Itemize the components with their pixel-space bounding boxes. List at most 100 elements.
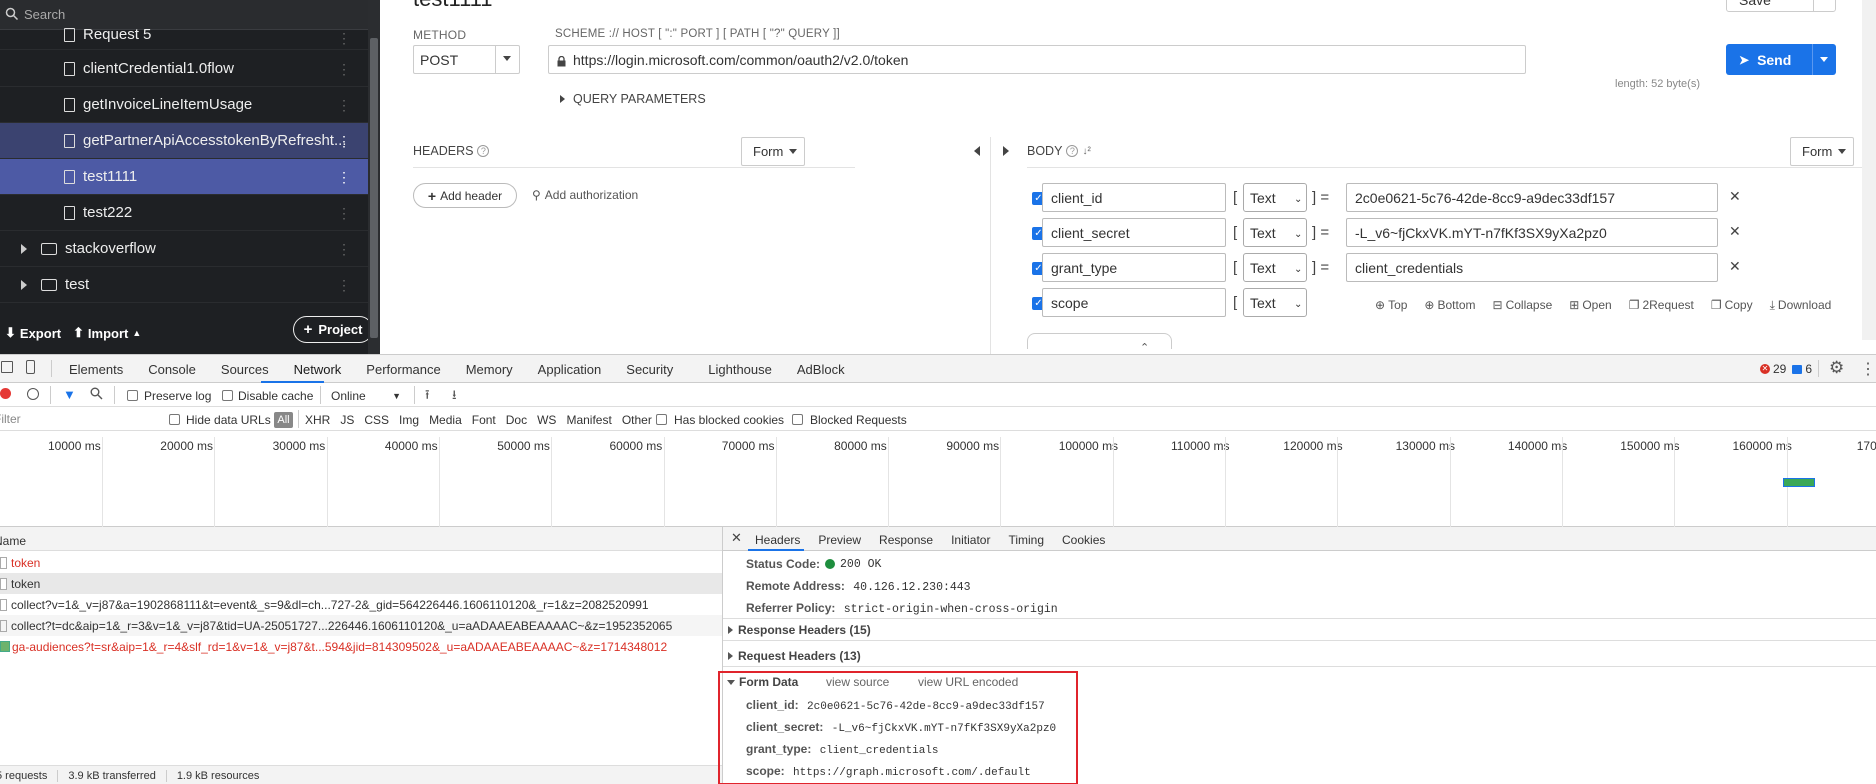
remove-row-icon[interactable]: ✕: [1729, 258, 1741, 275]
remove-row-icon[interactable]: ✕: [1729, 188, 1741, 205]
settings-icon[interactable]: ⚙: [1829, 358, 1844, 378]
filter-all[interactable]: All: [274, 412, 293, 428]
tab-lighthouse[interactable]: Lighthouse: [708, 362, 772, 377]
preserve-log-checkbox[interactable]: [127, 390, 138, 401]
filter-input[interactable]: Filter: [0, 412, 155, 426]
tab-elements[interactable]: Elements: [69, 362, 123, 377]
body-row-type-select[interactable]: Text ⌄: [1243, 183, 1307, 212]
more-icon[interactable]: ⋮: [337, 205, 351, 222]
body-row-value[interactable]: client_credentials: [1346, 253, 1718, 282]
main-scrollbar[interactable]: [1862, 0, 1876, 340]
copy-button[interactable]: ❐ Copy: [1711, 298, 1753, 312]
tab-headers[interactable]: Headers: [755, 533, 800, 547]
filter-icon[interactable]: ▼: [63, 387, 76, 402]
has-blocked-cookies-checkbox[interactable]: [656, 414, 667, 425]
method-select[interactable]: POST: [413, 45, 520, 74]
filter-media[interactable]: Media: [429, 413, 462, 427]
add-header-button[interactable]: + Add header: [413, 183, 517, 208]
body-row-value[interactable]: 2c0e0621-5c76-42de-8cc9-a9dec33df157: [1346, 183, 1718, 212]
more-icon[interactable]: ⋮: [337, 30, 351, 47]
hide-data-urls-checkbox[interactable]: [169, 414, 180, 425]
sidebar-item-request-5[interactable]: Request 5 ⋮: [0, 20, 368, 50]
body-row-value[interactable]: -L_v6~fjCkxVK.mYT-n7fKf3SX9yXa2pz0: [1346, 218, 1718, 247]
clear-icon[interactable]: [27, 388, 39, 400]
sidebar-item-getinvoicelineitemusage[interactable]: getInvoiceLineItemUsage ⋮: [0, 87, 368, 123]
filter-doc[interactable]: Doc: [506, 413, 527, 427]
body-row-type-select[interactable]: Text ⌄: [1243, 253, 1307, 282]
caret-up-icon[interactable]: ⌃: [1140, 341, 1149, 354]
throttle-select[interactable]: Online ▼: [331, 389, 401, 403]
filter-css[interactable]: CSS: [364, 413, 389, 427]
body-row-type-select[interactable]: Text ⌄: [1243, 218, 1307, 247]
inspect-icon[interactable]: [1, 361, 13, 373]
more-icon[interactable]: ⋮: [337, 97, 351, 114]
sidebar-item-test222[interactable]: test222 ⋮: [0, 195, 368, 231]
export-button[interactable]: ⬇ Export: [5, 325, 61, 341]
view-url-encoded-link[interactable]: view URL encoded: [918, 675, 1018, 689]
body-row-name[interactable]: client_secret: [1042, 218, 1226, 247]
body-format-select[interactable]: Form: [1790, 137, 1854, 166]
tab-preview[interactable]: Preview: [818, 533, 861, 547]
sidebar-item-getpartnerapi[interactable]: getPartnerApiAccesstokenByRefresht... ⋮: [0, 123, 368, 159]
tab-adblock[interactable]: AdBlock: [797, 362, 845, 377]
error-counter[interactable]: ✕ 29 6: [1760, 362, 1812, 376]
response-headers-toggle[interactable]: Response Headers (15): [728, 623, 871, 637]
filter-ws[interactable]: WS: [537, 413, 556, 427]
to-request-button[interactable]: ❐ 2Request: [1629, 298, 1694, 312]
tab-memory[interactable]: Memory: [466, 362, 513, 377]
request-row[interactable]: collect?v=1&_v=j87&a=1902868111&t=event&…: [0, 594, 722, 615]
filter-img[interactable]: Img: [399, 413, 419, 427]
sort-icon[interactable]: ↓²: [1082, 146, 1090, 157]
new-project-button[interactable]: + Project: [293, 316, 373, 343]
sidebar-folder-stackoverflow[interactable]: stackoverflow ⋮: [0, 231, 368, 267]
export-har-icon[interactable]: ⭳: [452, 386, 457, 408]
record-icon[interactable]: [0, 388, 11, 399]
sidebar-scrollbar-thumb[interactable]: [370, 38, 378, 338]
request-row[interactable]: ga-audiences?t=sr&aip=1&_r=4&slf_rd=1&v=…: [0, 636, 722, 657]
headers-format-select[interactable]: Form: [741, 137, 805, 166]
filter-manifest[interactable]: Manifest: [566, 413, 611, 427]
remove-row-icon[interactable]: ✕: [1729, 223, 1741, 240]
send-button[interactable]: ➤ Send: [1726, 44, 1836, 75]
more-icon[interactable]: ⋮: [337, 277, 351, 294]
open-button[interactable]: ⊞ Open: [1569, 298, 1611, 312]
sidebar-folder-test[interactable]: test ⋮: [0, 267, 368, 303]
filter-other[interactable]: Other: [622, 413, 652, 427]
tab-initiator[interactable]: Initiator: [951, 533, 990, 547]
body-row-name[interactable]: grant_type: [1042, 253, 1226, 282]
expand-caret-icon[interactable]: [21, 243, 27, 254]
expand-caret-icon[interactable]: [21, 279, 27, 290]
blocked-requests-checkbox[interactable]: [792, 414, 803, 425]
collapse-right-icon[interactable]: [1003, 146, 1009, 156]
import-button[interactable]: ⬆ Import ▲: [73, 325, 141, 341]
body-row-name[interactable]: client_id: [1042, 183, 1226, 212]
tab-security[interactable]: Security: [626, 362, 673, 377]
download-button[interactable]: ⤓ Download: [1770, 298, 1832, 313]
more-icon[interactable]: ⋮: [1860, 359, 1876, 379]
tab-application[interactable]: Application: [538, 362, 602, 377]
bottom-button[interactable]: ⊕ Bottom: [1424, 298, 1475, 312]
request-row[interactable]: token: [0, 573, 722, 594]
sidebar-item-test1111[interactable]: test1111 ⋮: [0, 159, 368, 195]
search-icon[interactable]: [90, 387, 103, 403]
more-icon[interactable]: ⋮: [337, 241, 351, 258]
collapse-button[interactable]: ⊟ Collapse: [1493, 298, 1553, 312]
save-button[interactable]: Save: [1726, 0, 1836, 12]
tab-cookies[interactable]: Cookies: [1062, 533, 1105, 547]
filter-xhr[interactable]: XHR: [305, 413, 330, 427]
sidebar-item-clientcredential[interactable]: clientCredential1.0flow ⋮: [0, 51, 368, 87]
view-source-link[interactable]: view source: [826, 675, 889, 689]
tab-timing[interactable]: Timing: [1008, 533, 1044, 547]
close-icon[interactable]: ✕: [731, 530, 742, 546]
add-authorization-link[interactable]: ⚲ Add authorization: [532, 188, 638, 202]
device-icon[interactable]: [26, 360, 35, 374]
tab-response[interactable]: Response: [879, 533, 933, 547]
import-har-icon[interactable]: ⭱: [425, 386, 430, 408]
filter-js[interactable]: JS: [340, 413, 354, 427]
request-headers-toggle[interactable]: Request Headers (13): [728, 649, 861, 663]
request-row[interactable]: token: [0, 552, 722, 573]
help-icon[interactable]: ?: [1066, 145, 1079, 157]
chevron-down-icon[interactable]: [1820, 57, 1828, 62]
disable-cache-checkbox[interactable]: [222, 390, 233, 401]
top-button[interactable]: ⊕ Top: [1375, 298, 1407, 312]
